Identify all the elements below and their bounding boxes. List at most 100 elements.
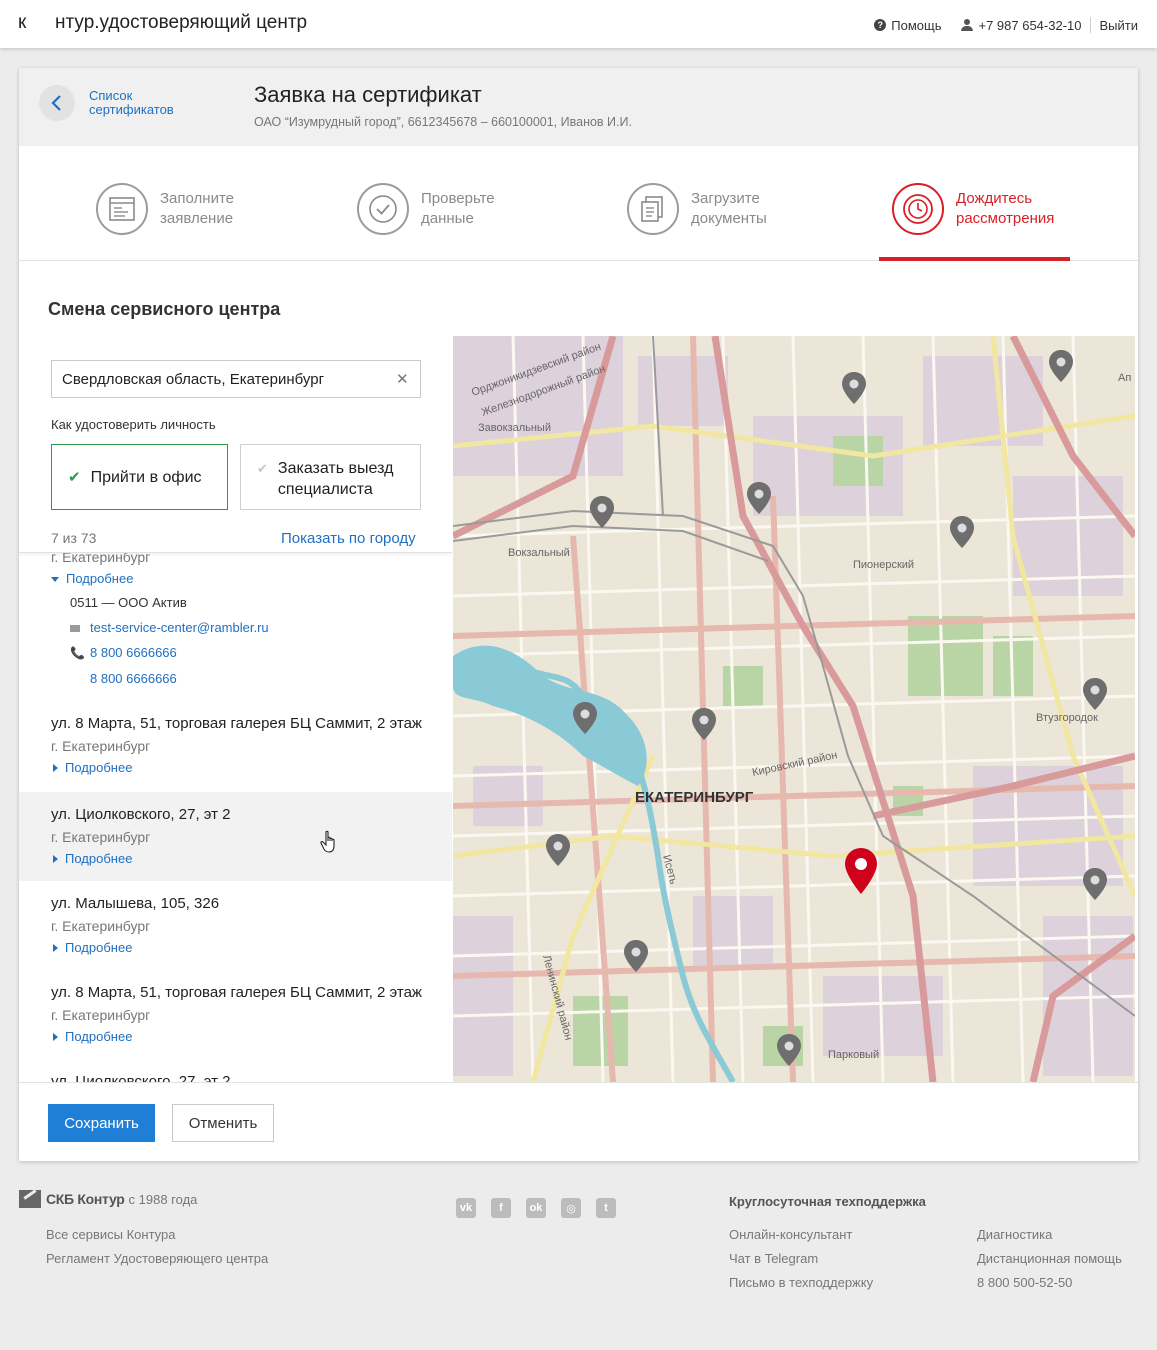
item-details: 0511 — ООО Актив test-service-center@ram…	[51, 590, 452, 691]
option-visit-office[interactable]: ✔ Прийти в офис	[51, 444, 228, 510]
footer-logo[interactable]: СКБ Контур с 1988 года	[19, 1190, 197, 1208]
page-title: Заявка на сертификат	[254, 82, 482, 107]
footer-link[interactable]: Диагностика	[977, 1227, 1052, 1242]
support-phone[interactable]: 8 800 500-52-50	[977, 1275, 1072, 1290]
back-to-list-link[interactable]: Список сертификатов	[89, 89, 179, 117]
phone-icon: 📞	[70, 646, 85, 660]
documents-icon	[627, 183, 679, 235]
footer-link[interactable]: Письмо в техподдержку	[729, 1275, 873, 1290]
item-address: ул. Малышева, 105, 326	[51, 895, 220, 912]
divider	[1089, 17, 1091, 33]
list-item[interactable]: ул. 8 Марта, 51, торговая галерея БЦ Сам…	[19, 970, 452, 1059]
city-map[interactable]: Орджоникидзевский район Железнодорожный …	[453, 336, 1135, 1082]
more-toggle[interactable]: Подробнее	[51, 848, 452, 870]
phone-row: 8 800 6666666	[70, 666, 452, 691]
item-address: ул. Циолковского, 27, эт 2	[51, 1073, 231, 1082]
step-check-data[interactable]: Проверьте данные	[357, 183, 511, 235]
filter-box: ✕ Как удостоверить личность ✔ Прийти в о…	[19, 336, 452, 553]
logo-text: СКБ Контур	[46, 1191, 125, 1207]
hand-cursor-icon	[320, 830, 335, 853]
check-circle-icon	[357, 183, 409, 235]
clear-icon[interactable]: ✕	[396, 370, 409, 388]
footer-link[interactable]: Чат в Telegram	[729, 1251, 818, 1266]
twitter-icon[interactable]: t	[596, 1198, 616, 1218]
more-label: Подробнее	[66, 571, 134, 586]
back-link-text: Список сертификатов	[89, 88, 174, 117]
more-toggle[interactable]: Подробнее	[51, 757, 452, 779]
step-label: Загрузите документы	[691, 190, 767, 227]
map-district-label: Вокзальный	[508, 547, 570, 559]
map-view[interactable]: Орджоникидзевский район Железнодорожный …	[453, 336, 1135, 1082]
step-wait-review[interactable]: Дождитесь рассмотрения	[892, 183, 1076, 235]
card-header: Список сертификатов Заявка на сертификат…	[19, 68, 1138, 146]
email-link[interactable]: test-service-center@rambler.ru	[90, 620, 269, 635]
email-row: test-service-center@rambler.ru	[70, 615, 452, 640]
caret-down-icon	[51, 576, 59, 582]
brand-logo-letter[interactable]: к	[18, 12, 26, 34]
phone-row: 📞 8 800 6666666	[70, 640, 452, 666]
vk-icon[interactable]: vk	[456, 1198, 476, 1218]
checkmark-icon: ✔	[68, 468, 81, 486]
user-phone[interactable]: +7 987 654-32-10	[978, 18, 1081, 33]
more-label: Подробнее	[65, 940, 133, 955]
list-item[interactable]: ул. 8 Марта, 51, торговая галерея БЦ Сам…	[19, 705, 452, 792]
step-fill-form[interactable]: Заполните заявление	[96, 183, 250, 235]
list-item[interactable]: ул. Циолковского, 27, эт 2 г. Екатеринбу…	[19, 792, 452, 881]
instagram-icon[interactable]: ◎	[561, 1198, 581, 1218]
item-city: г. Екатеринбург	[51, 738, 151, 754]
logo-since: с 1988 года	[128, 1191, 198, 1207]
cancel-button[interactable]: Отменить	[172, 1104, 274, 1142]
option-order-specialist[interactable]: ✔ Заказать выезд специалиста	[240, 444, 421, 510]
chevron-left-icon	[51, 95, 61, 111]
service-center-list: г. Екатеринбург Подробнее 0511 — ООО Акт…	[19, 546, 452, 1082]
more-toggle[interactable]: Подробнее	[51, 1026, 452, 1048]
step-upload-docs[interactable]: Загрузите документы	[627, 183, 781, 235]
phone-link[interactable]: 8 800 6666666	[90, 671, 177, 686]
brand-name[interactable]: нтур.удостоверяющий центр	[55, 12, 307, 34]
more-toggle[interactable]: Подробнее	[51, 937, 452, 959]
more-label: Подробнее	[65, 760, 133, 775]
more-label: Подробнее	[65, 851, 133, 866]
show-by-city-link[interactable]: Показать по городу	[281, 530, 416, 547]
facebook-icon[interactable]: f	[491, 1198, 511, 1218]
back-button[interactable]	[39, 85, 75, 121]
step-label: Заполните заявление	[160, 190, 234, 227]
help-link[interactable]: Помощь	[891, 18, 941, 33]
save-button[interactable]: Сохранить	[48, 1104, 155, 1142]
footer-link[interactable]: Регламент Удостоверяющего центра	[46, 1251, 268, 1266]
support-title: Круглосуточная техподдержка	[729, 1194, 926, 1209]
user-icon	[961, 19, 974, 31]
list-item[interactable]: ул. Малышева, 105, 326 г. Екатеринбург П…	[19, 881, 452, 970]
map-district-label: Ап	[1118, 372, 1131, 384]
results-count: 7 из 73	[51, 530, 97, 546]
page-footer: СКБ Контур с 1988 года Все сервисы Конту…	[0, 1176, 1157, 1350]
clock-icon	[892, 183, 944, 235]
kontur-logo-icon	[19, 1190, 41, 1208]
help-icon[interactable]: ?	[874, 19, 887, 31]
footer-link[interactable]: Дистанционная помощь	[977, 1251, 1122, 1266]
footer-link[interactable]: Онлайн-консультант	[729, 1227, 852, 1242]
odnoklassniki-icon[interactable]: ok	[526, 1198, 546, 1218]
service-center-panel: ✕ Как удостоверить личность ✔ Прийти в о…	[19, 336, 452, 1082]
item-address: ул. 8 Марта, 51, торговая галерея БЦ Сам…	[51, 715, 422, 732]
more-toggle[interactable]: Подробнее	[51, 568, 452, 590]
top-header: к нтур.удостоверяющий центр ? Помощь +7 …	[0, 0, 1157, 48]
footer-link[interactable]: Все сервисы Контура	[46, 1227, 176, 1242]
caret-right-icon	[53, 764, 58, 772]
phone-link[interactable]: 8 800 6666666	[90, 645, 177, 660]
step-label: Проверьте данные	[421, 190, 495, 227]
section-title: Смена сервисного центра	[48, 299, 281, 319]
caret-right-icon	[53, 944, 58, 952]
city-search-input[interactable]	[51, 360, 421, 398]
list-item[interactable]: ул. Циолковского, 27, эт 2	[19, 1059, 452, 1082]
steps-progress: Заполните заявление Проверьте данные Заг…	[19, 146, 1138, 261]
logout-link[interactable]: Выйти	[1100, 18, 1139, 33]
social-links: vk f ok ◎ t	[456, 1198, 631, 1218]
list-item-expanded[interactable]: г. Екатеринбург Подробнее 0511 — ООО Акт…	[19, 546, 452, 705]
option-label: Заказать выезд специалиста	[277, 460, 394, 498]
map-district-label: Парковый	[828, 1049, 879, 1061]
item-city: г. Екатеринбург	[51, 1007, 151, 1023]
item-address: ул. Циолковского, 27, эт 2	[51, 806, 231, 823]
caret-right-icon	[53, 855, 58, 863]
item-city: г. Екатеринбург	[51, 918, 151, 934]
